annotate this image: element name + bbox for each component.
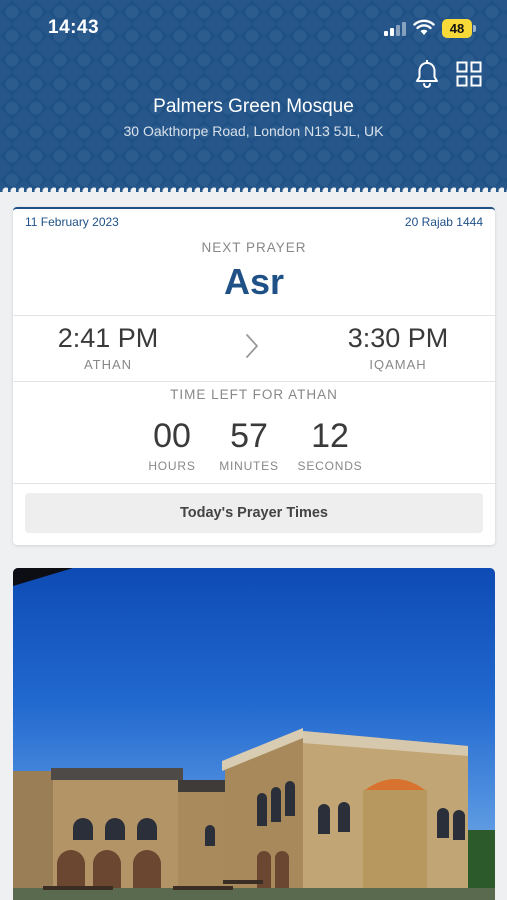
countdown-minutes-label: MINUTES — [219, 459, 279, 473]
athan-label: ATHAN — [83, 357, 133, 372]
wifi-icon — [413, 19, 435, 35]
bell-icon[interactable] — [414, 60, 440, 88]
next-prayer-label: NEXT PRAYER — [201, 240, 307, 255]
athan-time: 2:41 PM — [57, 323, 159, 353]
next-prayer-name: Asr — [223, 261, 285, 302]
time-left-label: TIME LEFT FOR ATHAN — [170, 387, 338, 402]
countdown-minutes: 57 — [230, 417, 268, 455]
countdown-seconds: 12 — [311, 417, 349, 455]
battery-tip — [473, 25, 476, 32]
todays-prayer-times-button[interactable]: Today's Prayer Times — [25, 493, 483, 533]
iqamah-label: IQAMAH — [369, 357, 427, 372]
battery-icon: 48 — [442, 19, 472, 38]
hijri-date: 20 Rajab 1444 — [404, 215, 483, 229]
mosque-photo — [13, 568, 495, 900]
divider — [13, 483, 495, 484]
header-scallop-edge — [0, 185, 507, 197]
mosque-address: 30 Oakthorpe Road, London N13 5JL, UK — [123, 123, 384, 139]
divider — [13, 315, 495, 316]
iqamah-time: 3:30 PM — [347, 323, 449, 353]
countdown-seconds-label: SECONDS — [297, 459, 363, 473]
status-time: 14:43 — [48, 17, 100, 38]
gregorian-date: 11 February 2023 — [25, 215, 119, 229]
prayer-card: 11 February 2023 20 Rajab 1444 NEXT PRAY… — [13, 207, 495, 545]
mosque-name: Palmers Green Mosque — [153, 96, 354, 117]
chevron-right-icon — [246, 334, 258, 358]
divider — [13, 381, 495, 382]
grid-icon[interactable] — [456, 61, 482, 87]
signal-icon — [384, 22, 406, 36]
